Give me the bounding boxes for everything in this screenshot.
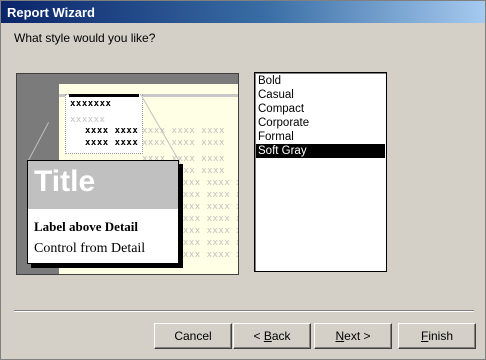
preview-control-text: Control from Detail (34, 241, 146, 256)
preview-detail-row: xxxx xxxx (85, 126, 139, 136)
style-option-formal[interactable]: Formal (256, 130, 385, 144)
next-button[interactable]: Next > (314, 323, 392, 349)
preview-ghost-detail-row: xxxx xxxx xxxx (177, 202, 238, 212)
window-title: Report Wizard (7, 5, 95, 20)
style-option-casual[interactable]: Casual (256, 88, 385, 102)
style-option-compact[interactable]: Compact (256, 102, 385, 116)
preview-ghost-detail-row: xxxx xxxx xxxx (142, 126, 225, 136)
preview-title-text: Title (34, 165, 96, 198)
preview-header-placeholder: xxxxxxx (70, 99, 112, 109)
report-wizard-window: Report Wizard What style would you like?… (0, 0, 486, 360)
title-bar[interactable]: Report Wizard (1, 1, 485, 23)
preview-detail-row: xxxx xxxx (85, 138, 139, 148)
back-prefix: < (253, 329, 264, 343)
preview-ghost-detail-row: xxxx xxxx xxxx (177, 250, 238, 260)
back-mnemonic: B (263, 329, 272, 343)
back-label-rest: ack (271, 329, 291, 343)
style-prompt: What style would you like? (14, 31, 156, 45)
preview-zoom-line (27, 122, 50, 163)
preview-ghost-detail-row: xxxx xxxx xxxx (177, 238, 238, 248)
preview-header-rule (69, 94, 139, 97)
preview-ghost-detail-row: xxxx xxxx xxxx (177, 226, 238, 236)
finish-label-rest: inish (428, 329, 454, 343)
style-option-corporate[interactable]: Corporate (256, 116, 385, 130)
style-listbox[interactable]: Bold Casual Compact Corporate Formal Sof… (254, 72, 387, 272)
preview-ghost-detail-row: xxxx xxxx xxxx (177, 178, 238, 188)
preview-callout: Title Label above Detail Control from De… (27, 160, 179, 264)
preview-ghost-detail-row: xxxx xxxx xxxx (142, 138, 225, 148)
preview-label-text: Label above Detail (34, 219, 138, 234)
style-option-soft-gray[interactable]: Soft Gray (256, 144, 385, 158)
style-preview: xxxxxxx xxxxxx xxxx xxxx xxxx xxxx xxxx … (16, 73, 239, 275)
preview-ghost-detail-row: xxxx xxxx xxxx (177, 190, 238, 200)
back-button[interactable]: < Back (233, 323, 311, 349)
style-option-bold[interactable]: Bold (256, 74, 385, 88)
next-label-rest: ext > (344, 329, 371, 343)
preview-ghost-detail-row: xxxx xxxx xxxx (177, 214, 238, 224)
cancel-button[interactable]: Cancel (154, 323, 232, 349)
next-mnemonic: N (335, 329, 345, 343)
finish-button[interactable]: Finish (398, 323, 476, 349)
button-separator (14, 310, 474, 312)
